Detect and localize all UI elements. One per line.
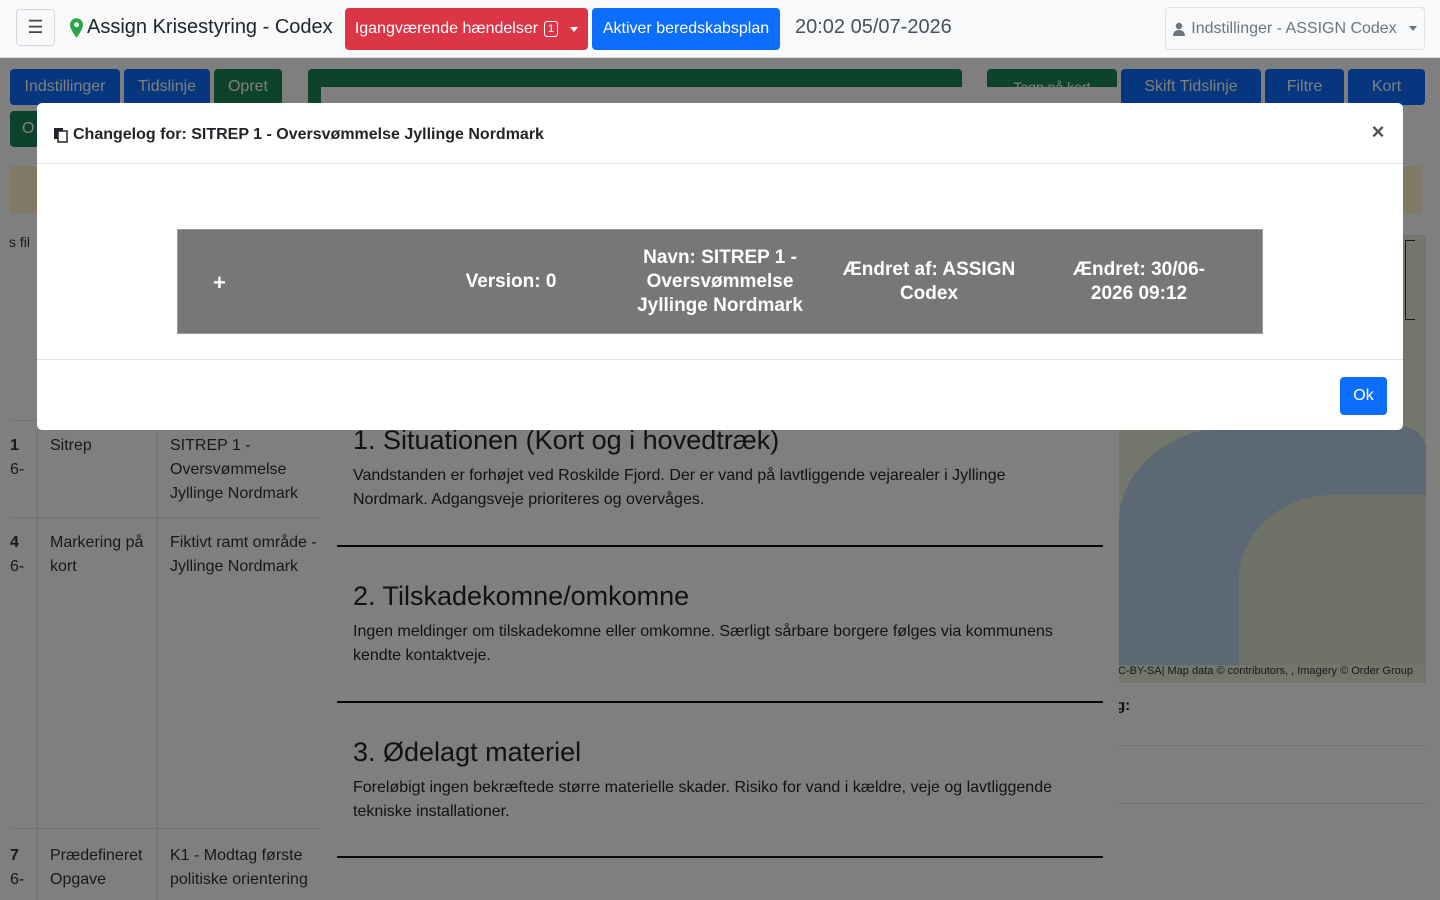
activate-plan-label: Aktiver beredskabsplan — [602, 20, 770, 37]
chevron-down-icon — [1408, 26, 1417, 31]
modal-title-text: Changelog for: SITREP 1 - Oversvømmelse … — [73, 126, 544, 143]
entry-changed-at: Ændret: 30/06-2026 09:12 — [1073, 258, 1205, 304]
entry-name: Navn: SITREP 1 - Oversvømmelse Jyllinge … — [637, 246, 803, 316]
entry-version: Version: 0 — [465, 270, 557, 292]
entry-changed-by: Ændret af: ASSIGN Codex — [842, 258, 1016, 304]
ongoing-events-label: Igangværende hændelser — [354, 20, 539, 37]
chevron-down-icon — [570, 26, 579, 32]
modal-header: Changelog for: SITREP 1 - Oversvømmelse … — [37, 103, 1403, 164]
brand[interactable]: Assign Krisestyring - Codex — [70, 16, 333, 39]
current-datetime: 20:02 05/07-2026 — [795, 16, 952, 38]
menu-toggle-button[interactable]: ☰ — [16, 9, 55, 46]
changelog-entry-row[interactable]: + Version: 0 Navn: SITREP 1 - Oversvømme… — [177, 229, 1263, 334]
close-icon: × — [1371, 119, 1385, 144]
top-navbar: ☰ Assign Krisestyring - Codex Igangværen… — [0, 0, 1440, 58]
close-button[interactable]: × — [1369, 121, 1387, 143]
changelog-modal: Changelog for: SITREP 1 - Oversvømmelse … — [37, 103, 1403, 430]
settings-dropdown-label: Indstillinger - ASSIGN Codex — [1191, 19, 1397, 37]
modal-title: Changelog for: SITREP 1 - Oversvømmelse … — [53, 126, 544, 144]
user-icon — [1173, 22, 1186, 36]
brand-label: Assign Krisestyring - Codex — [87, 16, 333, 38]
hamburger-icon: ☰ — [27, 17, 44, 37]
ongoing-events-button[interactable]: Igangværende hændelser 1 — [345, 8, 588, 50]
events-count-badge: 1 — [544, 21, 559, 37]
ok-button[interactable]: Ok — [1340, 377, 1387, 415]
activate-plan-button[interactable]: Aktiver beredskabsplan — [592, 8, 780, 50]
modal-footer: Ok — [37, 359, 1403, 430]
settings-dropdown[interactable]: Indstillinger - ASSIGN Codex — [1165, 7, 1425, 50]
expand-icon[interactable]: + — [213, 270, 226, 296]
copy-icon — [54, 128, 68, 143]
map-pin-icon — [70, 17, 83, 38]
